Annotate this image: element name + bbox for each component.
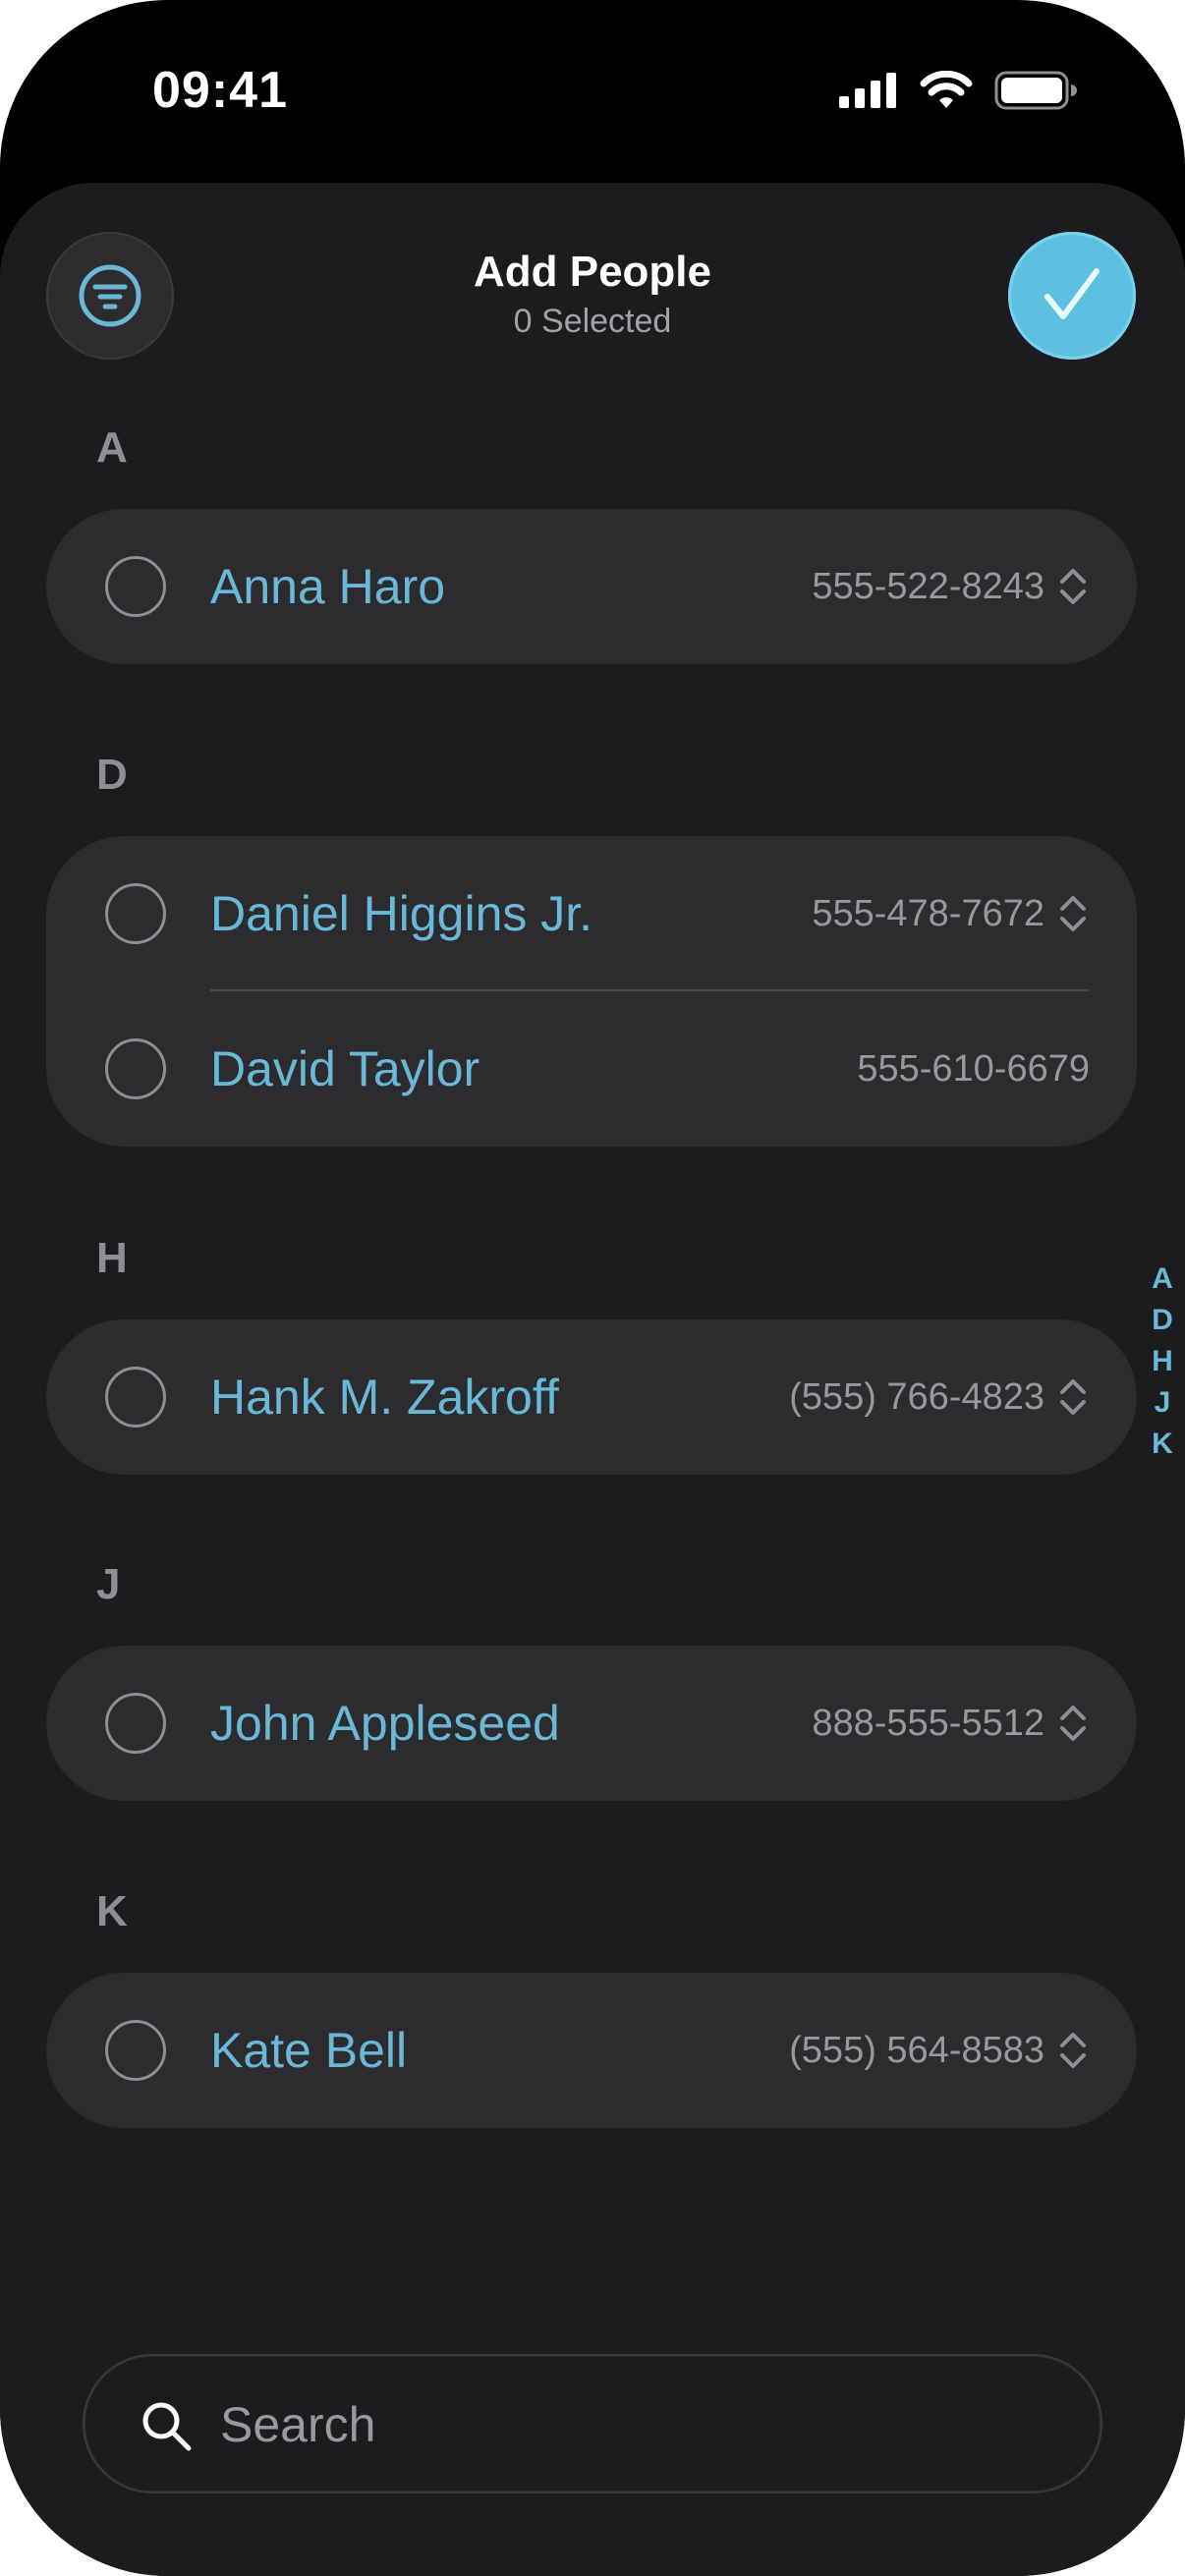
contact-row[interactable]: Hank M. Zakroff (555) 766-4823 — [46, 1319, 1137, 1475]
status-time: 09:41 — [152, 62, 288, 119]
contact-phone: 555-478-7672 — [812, 893, 1044, 934]
index-letter-a[interactable]: A — [1152, 1259, 1173, 1300]
contact-phone: 555-610-6679 — [857, 1048, 1090, 1090]
chevron-up-down-icon[interactable] — [1056, 1701, 1090, 1746]
chevron-up-down-icon[interactable] — [1056, 2028, 1090, 2073]
select-radio[interactable] — [105, 2020, 166, 2081]
selection-count: 0 Selected — [513, 303, 672, 340]
index-letter-j[interactable]: J — [1155, 1382, 1171, 1424]
select-radio[interactable] — [105, 1693, 166, 1754]
wifi-icon — [920, 71, 973, 108]
search-icon — [142, 2402, 192, 2451]
contact-phone: 555-522-8243 — [812, 566, 1044, 607]
contact-row[interactable]: Anna Haro 555-522-8243 — [46, 509, 1137, 664]
phone-frame: 09:41 Add People 0 Selected A Anna Haro … — [0, 0, 1185, 2576]
status-icons — [839, 71, 1077, 110]
contact-name: John Appleseed — [210, 1696, 560, 1751]
section-header-d: D — [96, 751, 128, 799]
contact-phone: (555) 766-4823 — [789, 1376, 1044, 1418]
contact-phone: 888-555-5512 — [812, 1703, 1044, 1744]
section-header-a: A — [96, 423, 128, 472]
contact-row[interactable]: Kate Bell (555) 564-8583 — [46, 1973, 1137, 2128]
battery-icon — [994, 71, 1077, 110]
select-radio[interactable] — [105, 556, 166, 617]
select-radio[interactable] — [105, 883, 166, 944]
contact-group-h: Hank M. Zakroff (555) 766-4823 — [46, 1319, 1137, 1475]
search-input[interactable] — [220, 2385, 1045, 2464]
contact-group-j: John Appleseed 888-555-5512 — [46, 1646, 1137, 1801]
select-radio[interactable] — [105, 1367, 166, 1428]
contact-name: Hank M. Zakroff — [210, 1370, 559, 1425]
alphabet-index[interactable]: A D H J K — [1140, 1259, 1185, 1465]
chevron-up-down-icon[interactable] — [1056, 891, 1090, 936]
contact-group-d: Daniel Higgins Jr. 555-478-7672 David Ta… — [46, 836, 1137, 1147]
section-header-k: K — [96, 1887, 128, 1935]
contact-row[interactable]: Daniel Higgins Jr. 555-478-7672 — [46, 836, 1137, 991]
section-header-j: J — [96, 1560, 121, 1608]
contact-group-a: Anna Haro 555-522-8243 — [46, 509, 1137, 664]
chevron-up-down-icon[interactable] — [1056, 1374, 1090, 1420]
select-radio[interactable] — [105, 1038, 166, 1099]
chevron-up-down-icon[interactable] — [1056, 564, 1090, 609]
contact-name: Daniel Higgins Jr. — [210, 886, 593, 941]
checkmark-icon — [1044, 268, 1100, 319]
status-bar: 09:41 — [0, 0, 1185, 187]
contact-name: David Taylor — [210, 1041, 480, 1096]
search-bar[interactable] — [83, 2354, 1102, 2493]
index-letter-k[interactable]: K — [1152, 1424, 1173, 1465]
index-letter-h[interactable]: H — [1152, 1341, 1173, 1382]
contact-row[interactable]: John Appleseed 888-555-5512 — [46, 1646, 1137, 1801]
contact-phone: (555) 564-8583 — [789, 2030, 1044, 2071]
index-letter-d[interactable]: D — [1152, 1300, 1173, 1341]
add-people-sheet: Add People 0 Selected A Anna Haro 555-52… — [0, 183, 1185, 2576]
contact-group-k: Kate Bell (555) 564-8583 — [46, 1973, 1137, 2128]
done-button[interactable] — [1008, 232, 1136, 360]
cellular-signal-icon — [839, 73, 896, 108]
contact-row[interactable]: David Taylor 555-610-6679 — [46, 991, 1137, 1147]
page-title: Add People — [473, 248, 712, 296]
contact-name: Kate Bell — [210, 2023, 408, 2078]
section-header-h: H — [96, 1234, 128, 1282]
contact-name: Anna Haro — [210, 559, 446, 614]
